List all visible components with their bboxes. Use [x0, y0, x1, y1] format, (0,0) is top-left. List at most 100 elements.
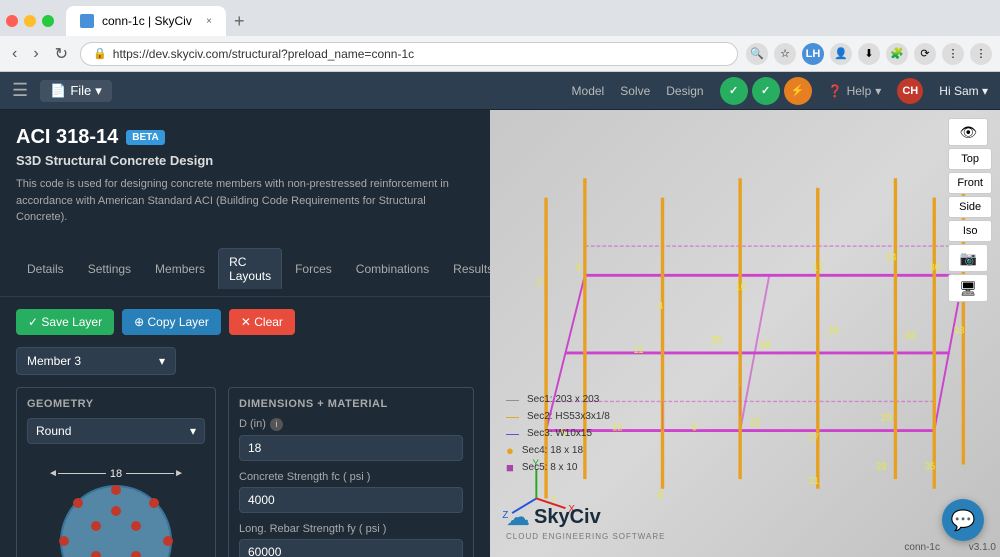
minimize-traffic-light[interactable]: [24, 15, 36, 27]
reload-button[interactable]: ↻: [51, 42, 72, 66]
user-avatar[interactable]: CH: [897, 78, 923, 104]
svg-text:12: 12: [612, 423, 623, 434]
beta-badge: BETA: [126, 130, 164, 145]
svg-text:25: 25: [711, 335, 722, 346]
dimensions-section-label: Dimensions + Material: [239, 398, 463, 410]
svg-text:18: 18: [760, 340, 771, 351]
geometry-section-label: Geometry: [27, 398, 205, 410]
tab-title: conn-1c | SkyCiv: [102, 14, 192, 28]
d-field-label: D (in) i: [239, 418, 463, 431]
view-controls: 👁 Top Front Side Iso 📷 🖥: [948, 118, 992, 302]
svg-text:33: 33: [954, 326, 965, 337]
refresh-icon[interactable]: ⟳: [914, 43, 936, 65]
tab-details[interactable]: Details: [16, 255, 75, 282]
extension-icon[interactable]: 🧩: [886, 43, 908, 65]
search-icon[interactable]: 🔍: [746, 43, 768, 65]
tab-bar: conn-1c | SkyCiv × +: [0, 0, 1000, 36]
design-link[interactable]: Design: [666, 84, 703, 98]
tab-close-btn[interactable]: ×: [206, 16, 212, 27]
legend-item-3: — Sec3: W10x15: [506, 426, 610, 441]
top-bar-right: Model Solve Design ✓ ✓ ⚡ ❓ Help ▾ CH: [572, 77, 988, 105]
file-arrow: ▾: [95, 83, 102, 99]
model-tool-orange[interactable]: ⚡: [784, 77, 812, 105]
url-field[interactable]: 🔒 https://dev.skyciv.com/structural?prel…: [80, 42, 738, 66]
iso-view-btn[interactable]: Iso: [948, 220, 992, 242]
profile-icon[interactable]: 👤: [830, 43, 852, 65]
user-greeting[interactable]: Hi Sam ▾: [939, 84, 988, 98]
hamburger-icon[interactable]: ☰: [12, 80, 28, 101]
back-button[interactable]: ‹: [8, 43, 21, 65]
long-rebar-input[interactable]: [239, 539, 463, 557]
model-tool-green2[interactable]: ✓: [752, 77, 780, 105]
url-text: https://dev.skyciv.com/structural?preloa…: [113, 47, 414, 61]
model-link[interactable]: Model: [572, 84, 605, 98]
model-tool-green[interactable]: ✓: [720, 77, 748, 105]
panel-description: This code is used for designing concrete…: [16, 176, 474, 226]
d-field-group: D (in) i: [239, 418, 463, 461]
close-traffic-light[interactable]: [6, 15, 18, 27]
circle-svg: [36, 476, 196, 557]
member-dropdown[interactable]: Member 3 ▾: [16, 347, 176, 375]
geometry-section: Geometry Round ▾ ◄ 18 ►: [16, 387, 216, 557]
concrete-strength-input[interactable]: [239, 487, 463, 513]
action-buttons: ✓ Save Layer ⊕ Copy Layer ✕ Clear: [0, 297, 490, 347]
eye-view-btn[interactable]: 👁: [948, 118, 988, 146]
clear-button[interactable]: ✕ Clear: [229, 309, 295, 335]
settings-icon[interactable]: ⋮: [942, 43, 964, 65]
panel-title-text: ACI 318-14: [16, 126, 118, 149]
solve-link[interactable]: Solve: [620, 84, 650, 98]
chat-icon: 💬: [951, 508, 976, 533]
geometry-dropdown-arrow: ▾: [190, 424, 196, 438]
help-button[interactable]: ❓ Help ▾: [828, 84, 882, 98]
geometry-type-dropdown[interactable]: Round ▾: [27, 418, 205, 444]
legend-label-4: Sec4: 18 x 18: [522, 445, 583, 456]
svg-text:8: 8: [658, 490, 663, 501]
front-view-btn[interactable]: Front: [948, 172, 992, 194]
tab-settings[interactable]: Settings: [77, 255, 142, 282]
copy-layer-button[interactable]: ⊕ Copy Layer: [122, 309, 221, 335]
tab-results[interactable]: Results: [442, 255, 490, 282]
more-icon[interactable]: ⋮: [970, 43, 992, 65]
tab-forces[interactable]: Forces: [284, 255, 343, 282]
svg-text:29: 29: [881, 413, 892, 424]
version-badge: v3.1.0: [969, 542, 996, 553]
svg-text:31: 31: [808, 476, 819, 487]
legend-label-2: Sec2: HS53x3x1/8: [527, 411, 610, 422]
nav-links: Model Solve Design: [572, 84, 704, 98]
bookmark-icon[interactable]: ☆: [774, 43, 796, 65]
left-panel: ACI 318-14 BETA S3D Structural Concrete …: [0, 110, 490, 557]
save-layer-button[interactable]: ✓ Save Layer: [16, 309, 114, 335]
help-icon: ❓: [828, 84, 843, 98]
chat-widget[interactable]: 💬: [942, 499, 984, 541]
browser-tab[interactable]: conn-1c | SkyCiv ×: [66, 6, 226, 36]
svg-text:24: 24: [886, 253, 897, 264]
panel-title: ACI 318-14 BETA: [16, 126, 474, 149]
tab-members[interactable]: Members: [144, 255, 216, 282]
svg-text:11: 11: [633, 345, 643, 356]
tab-rc-layouts[interactable]: RC Layouts: [218, 248, 282, 289]
legend-item-2: — Sec2: HS53x3x1/8: [506, 409, 610, 424]
panel-subtitle: S3D Structural Concrete Design: [16, 153, 474, 168]
new-tab-button[interactable]: +: [226, 12, 253, 30]
d-input[interactable]: [239, 435, 463, 461]
tab-combinations[interactable]: Combinations: [345, 255, 440, 282]
long-rebar-group: Long. Rebar Strength fy ( psi ): [239, 523, 463, 557]
member-dropdown-value: Member 3: [27, 354, 81, 368]
camera-btn[interactable]: 📷: [948, 244, 988, 272]
screenshot-btn[interactable]: 🖥: [948, 274, 988, 302]
lh-icon[interactable]: LH: [802, 43, 824, 65]
legend-item-1: — Sec1: 203 x 203: [506, 392, 610, 407]
download-icon[interactable]: ⬇: [858, 43, 880, 65]
content-sections: Geometry Round ▾ ◄ 18 ►: [0, 387, 490, 557]
forward-button[interactable]: ›: [29, 43, 42, 65]
legend-item-5: ■ Sec5: 8 x 10: [506, 460, 610, 475]
top-view-btn[interactable]: Top: [948, 148, 992, 170]
maximize-traffic-light[interactable]: [42, 15, 54, 27]
svg-text:35: 35: [925, 461, 936, 472]
dimensions-section: Dimensions + Material D (in) i Concrete …: [228, 387, 474, 557]
svg-text:27: 27: [808, 432, 819, 443]
side-view-btn[interactable]: Side: [948, 196, 992, 218]
d-info-icon[interactable]: i: [270, 418, 283, 431]
file-menu[interactable]: 📄 File ▾: [40, 80, 112, 102]
svg-text:32: 32: [905, 330, 916, 341]
